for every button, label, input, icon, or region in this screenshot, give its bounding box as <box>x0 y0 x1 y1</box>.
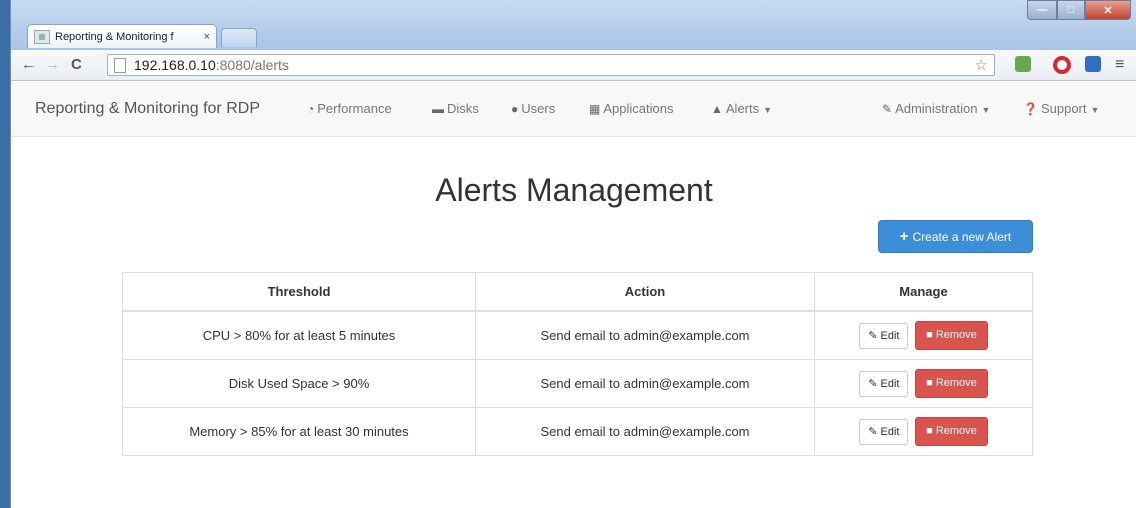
nav-disks-label: Disks <box>447 101 479 116</box>
back-arrow-icon[interactable]: ← <box>21 56 36 73</box>
remove-button[interactable]: ■ Remove <box>915 369 988 398</box>
threshold-cell: Disk Used Space > 90% <box>122 359 476 408</box>
trash-icon: ■ <box>926 329 933 341</box>
page-icon <box>114 57 126 73</box>
nav-support[interactable]: ❓ Support ▼ <box>1023 101 1099 116</box>
caret-down-icon: ▼ <box>763 105 773 115</box>
threshold-cell: Memory > 85% for at least 30 minutes <box>122 407 476 456</box>
maximize-button[interactable]: □ <box>1057 0 1085 20</box>
plus-icon: + <box>899 228 909 245</box>
table-header-row: Threshold Action Manage <box>122 272 1033 312</box>
edit-label: Edit <box>880 425 900 438</box>
create-alert-label: Create a new Alert <box>912 229 1012 244</box>
brand-link[interactable]: Reporting & Monitoring for RDP <box>35 100 260 118</box>
new-tab-button[interactable] <box>221 28 257 47</box>
extension-download-icon[interactable] <box>1085 56 1101 72</box>
nav-administration[interactable]: ✎ Administration ▼ <box>882 101 990 116</box>
remove-button[interactable]: ■ Remove <box>915 321 988 350</box>
nav-support-label: Support <box>1040 101 1087 116</box>
manage-cell: ✎ Edit ■ Remove <box>814 359 1033 408</box>
remove-label: Remove <box>935 377 977 389</box>
bookmark-star-icon[interactable]: ☆ <box>975 56 988 74</box>
nav-users-label: Users <box>521 101 556 116</box>
create-alert-button[interactable]: + Create a new Alert <box>878 220 1033 253</box>
nav-applications-label: Applications <box>603 101 674 116</box>
nav-performance[interactable]: ◔ Performance <box>307 101 392 116</box>
tab-close-icon[interactable]: × <box>204 31 210 43</box>
nav-performance-label: Performance <box>317 101 392 116</box>
nav-administration-label: Administration <box>895 101 978 116</box>
extension-opera-icon[interactable] <box>1053 56 1071 74</box>
close-window-button[interactable]: ✕ <box>1085 0 1131 20</box>
page-title: Alerts Management <box>435 172 713 208</box>
edit-label: Edit <box>880 329 900 342</box>
address-bar[interactable]: 192.168.0.10:8080/alerts ☆ <box>107 54 995 76</box>
column-header-action: Action <box>475 272 815 312</box>
nav-applications[interactable]: ▦ Applications <box>589 101 673 116</box>
table-row: Memory > 85% for at least 30 minutes Sen… <box>122 407 1033 456</box>
caret-down-icon: ▼ <box>1090 105 1100 115</box>
browser-toolbar: ← → C 192.168.0.10:8080/alerts ☆ ≡ <box>11 50 1136 81</box>
action-cell: Send email to admin@example.com <box>475 359 815 408</box>
edit-label: Edit <box>880 377 900 390</box>
manage-cell: ✎ Edit ■ Remove <box>814 310 1033 360</box>
threshold-cell: CPU > 80% for at least 5 minutes <box>122 310 476 360</box>
url-path: :8080/alerts <box>215 57 289 73</box>
manage-cell: ✎ Edit ■ Remove <box>814 407 1033 456</box>
pencil-icon: ✎ <box>868 425 878 438</box>
browser-window: ▦ Reporting & Monitoring f × — □ ✕ ← → C… <box>10 0 1136 508</box>
alerts-table: Threshold Action Manage CPU > 80% for at… <box>122 272 1033 456</box>
chrome-menu-icon[interactable]: ≡ <box>1115 56 1124 74</box>
pencil-icon: ✎ <box>868 377 878 390</box>
hdd-icon: ▬ <box>432 102 444 116</box>
reload-icon[interactable]: C <box>71 56 82 73</box>
question-icon: ❓ <box>1023 102 1038 116</box>
table-row: CPU > 80% for at least 5 minutes Send em… <box>122 310 1033 360</box>
bell-icon: ▲ <box>711 102 723 116</box>
url-host: 192.168.0.10 <box>134 57 216 73</box>
action-cell: Send email to admin@example.com <box>475 310 815 360</box>
remove-label: Remove <box>935 425 977 437</box>
edit-button[interactable]: ✎ Edit <box>859 322 909 349</box>
user-icon: ● <box>511 102 519 116</box>
title-bar: ▦ Reporting & Monitoring f × — □ ✕ <box>11 0 1136 50</box>
dashboard-icon: ◔ <box>307 102 315 116</box>
favicon-icon: ▦ <box>34 29 50 44</box>
pencil-icon: ✎ <box>868 329 878 342</box>
column-header-threshold: Threshold <box>122 272 476 312</box>
browser-tab[interactable]: ▦ Reporting & Monitoring f × <box>27 24 217 48</box>
action-cell: Send email to admin@example.com <box>475 407 815 456</box>
extension-evernote-icon[interactable] <box>1015 56 1031 72</box>
trash-icon: ■ <box>926 377 933 389</box>
nav-alerts[interactable]: ▲ Alerts ▼ <box>711 101 772 116</box>
edit-button[interactable]: ✎ Edit <box>859 370 909 397</box>
table-row: Disk Used Space > 90% Send email to admi… <box>122 359 1033 408</box>
minimize-button[interactable]: — <box>1027 0 1057 20</box>
app-navbar: Reporting & Monitoring for RDP ◔ Performa… <box>11 81 1136 137</box>
nav-alerts-label: Alerts <box>725 101 760 116</box>
nav-users[interactable]: ● Users <box>511 101 555 116</box>
wrench-icon: ✎ <box>882 102 893 116</box>
remove-button[interactable]: ■ Remove <box>915 417 988 446</box>
caret-down-icon: ▼ <box>981 105 991 115</box>
tab-title: Reporting & Monitoring f <box>55 30 174 43</box>
nav-disks[interactable]: ▬ Disks <box>432 101 479 116</box>
remove-label: Remove <box>935 329 977 341</box>
trash-icon: ■ <box>926 425 933 437</box>
edit-button[interactable]: ✎ Edit <box>859 418 909 445</box>
column-header-manage: Manage <box>814 272 1033 312</box>
page-content: Reporting & Monitoring for RDP ◔ Performa… <box>11 81 1136 508</box>
forward-arrow-icon[interactable]: → <box>45 56 60 73</box>
th-large-icon: ▦ <box>589 102 601 116</box>
